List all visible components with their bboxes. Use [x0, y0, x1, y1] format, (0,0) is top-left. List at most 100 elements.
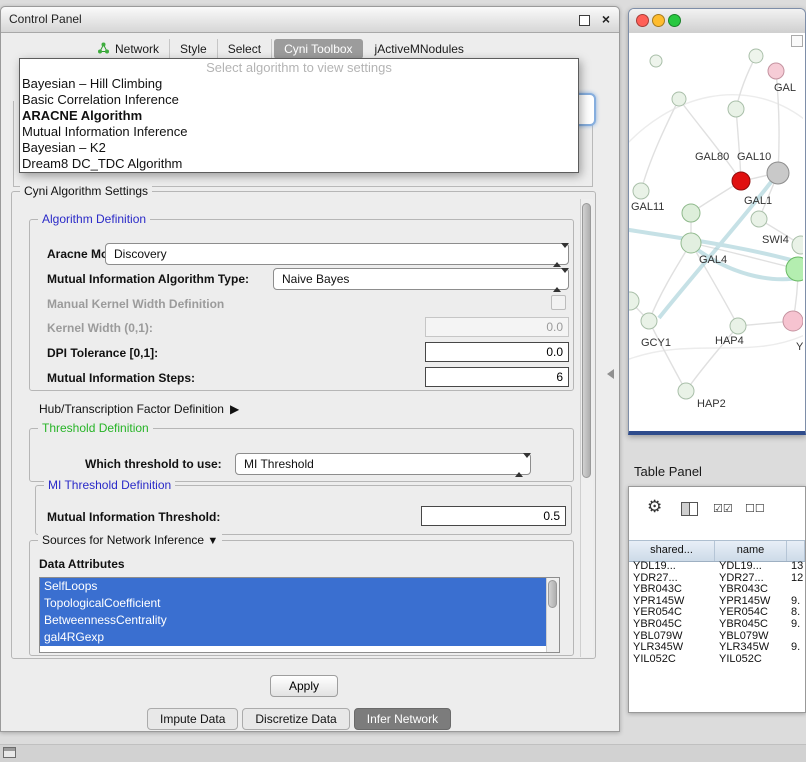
network-node[interactable]	[650, 55, 662, 67]
node-label[interactable]: SWI4	[762, 234, 789, 246]
node-label[interactable]: GAL4	[699, 254, 727, 266]
dropdown-option[interactable]: Bayesian – Hill Climbing	[20, 76, 578, 92]
column-header-shared-name[interactable]: shared...	[629, 541, 715, 561]
column-header-partial[interactable]	[787, 541, 805, 561]
tab-cyni-toolbox[interactable]: Cyni Toolbox	[274, 39, 362, 59]
column-header-name[interactable]: name	[715, 541, 787, 561]
mi-threshold-input[interactable]	[421, 506, 566, 526]
table-row[interactable]: YBR045C YBR045C 9.	[629, 619, 805, 631]
node-label[interactable]: Y	[796, 341, 803, 353]
network-node-pink-top[interactable]	[768, 63, 784, 79]
table-row[interactable]: YER054C YER054C 8.	[629, 607, 805, 619]
settings-scrollbar[interactable]	[580, 199, 593, 657]
mi-algorithm-type-combobox[interactable]: Naive Bayes	[273, 268, 569, 290]
dropdown-option[interactable]: Mutual Information Inference	[20, 124, 578, 140]
table-row[interactable]: YLR345W YLR345W 9.	[629, 642, 805, 654]
check-all-icon[interactable]: ☑☑	[713, 502, 733, 515]
network-node[interactable]	[751, 211, 767, 227]
tab-select[interactable]: Select	[218, 39, 272, 59]
network-node[interactable]	[749, 49, 763, 63]
dropdown-option[interactable]: Dream8 DC_TDC Algorithm	[20, 156, 578, 172]
node-label[interactable]: GAL80	[695, 151, 729, 163]
network-node[interactable]	[682, 204, 700, 222]
dropdown-option[interactable]: Basic Correlation Inference	[20, 92, 578, 108]
combobox-arrows-icon	[553, 273, 562, 287]
list-item-selected[interactable]: gal4RGexp	[40, 629, 546, 646]
control-panel-titlebar[interactable]: Control Panel ×	[1, 7, 619, 33]
tab-label: Select	[228, 42, 261, 56]
node-label[interactable]: GAL10	[737, 151, 771, 163]
aracne-mode-combobox[interactable]: Discovery	[105, 243, 569, 265]
data-attributes-listbox[interactable]: SelfLoops TopologicalCoefficient Between…	[39, 577, 560, 653]
network-node[interactable]	[678, 383, 694, 399]
list-scrollbar[interactable]	[546, 578, 559, 652]
table-cell	[787, 584, 805, 596]
apply-button[interactable]: Apply	[270, 675, 338, 697]
minimized-panel-icon[interactable]	[3, 747, 16, 758]
list-item-selected[interactable]: SelfLoops	[40, 578, 546, 595]
tab-style[interactable]: Style	[170, 39, 218, 59]
collapse-arrow-icon[interactable]: ▼	[207, 535, 218, 547]
dpi-tolerance-input[interactable]	[425, 342, 569, 362]
network-node-pink-right[interactable]	[783, 311, 803, 331]
data-attributes-label: Data Attributes	[39, 557, 125, 571]
table-row[interactable]: YDL19... YDL19... 13	[629, 561, 805, 573]
network-canvas[interactable]: GAL GAL80 GAL10 GAL11 GAL1 SWI4 GAL4 GCY…	[629, 33, 805, 431]
tab-impute-data[interactable]: Impute Data	[147, 708, 238, 730]
table-row[interactable]: YBR043C YBR043C	[629, 584, 805, 596]
mi-steps-input[interactable]	[425, 367, 569, 387]
node-label[interactable]: HAP2	[697, 398, 726, 410]
table-cell	[787, 631, 805, 643]
algorithm-dropdown-popup: Select algorithm to view settings Bayesi…	[19, 58, 579, 173]
which-threshold-combobox[interactable]: MI Threshold	[235, 453, 531, 475]
tab-network[interactable]: Network	[87, 39, 170, 60]
network-node[interactable]	[730, 318, 746, 334]
uncheck-all-icon[interactable]: ☐☐	[745, 502, 765, 515]
table-row[interactable]: YDR27... YDR27... 12	[629, 573, 805, 585]
network-node[interactable]	[641, 313, 657, 329]
combobox-value: Naive Bayes	[282, 272, 349, 286]
which-threshold-label: Which threshold to use:	[85, 457, 222, 471]
gear-icon[interactable]: ⚙	[647, 497, 662, 517]
close-icon[interactable]: ×	[602, 11, 610, 27]
network-node[interactable]	[633, 183, 649, 199]
table-row[interactable]: YBL079W YBL079W	[629, 631, 805, 643]
node-label[interactable]: GAL1	[744, 195, 772, 207]
zoom-button[interactable]	[668, 14, 681, 27]
network-node[interactable]	[629, 292, 639, 310]
tab-label: Network	[115, 42, 159, 56]
list-item-selected[interactable]: TopologicalCoefficient	[40, 595, 546, 612]
tab-jactivemnodules[interactable]: jActiveMNodules	[365, 39, 474, 59]
node-label[interactable]: GAL11	[631, 201, 664, 213]
manual-kernel-width-label: Manual Kernel Width Definition	[47, 297, 224, 311]
dropdown-option[interactable]: Bayesian – K2	[20, 140, 578, 156]
network-node[interactable]	[672, 92, 686, 106]
birdseye-toggle[interactable]	[791, 35, 803, 47]
node-label[interactable]: GAL	[774, 82, 796, 94]
panel-splitter-handle[interactable]	[607, 369, 614, 379]
tab-discretize-data[interactable]: Discretize Data	[242, 708, 349, 730]
table-row[interactable]: YIL052C YIL052C	[629, 654, 805, 665]
network-node[interactable]	[681, 233, 701, 253]
float-panel-icon[interactable]	[579, 15, 590, 26]
table-cell: 9.	[787, 642, 805, 654]
expand-arrow-icon[interactable]: ▶	[230, 402, 239, 416]
minimize-button[interactable]	[652, 14, 665, 27]
hub-definition-expander[interactable]: Hub/Transcription Factor Definition ▶	[39, 402, 239, 416]
node-label[interactable]: HAP4	[715, 335, 744, 347]
tab-infer-network[interactable]: Infer Network	[354, 708, 451, 730]
table-row[interactable]: YPR145W YPR145W 9.	[629, 596, 805, 608]
network-node-hub-gray[interactable]	[767, 162, 789, 184]
list-item-selected[interactable]: BetweennessCentrality	[40, 612, 546, 629]
close-button[interactable]	[636, 14, 649, 27]
dropdown-option-highlighted[interactable]: ARACNE Algorithm	[20, 108, 578, 124]
node-label[interactable]: GCY1	[641, 337, 671, 349]
list-scrollbar-thumb[interactable]	[548, 580, 557, 608]
network-node[interactable]	[728, 101, 744, 117]
network-node-selected-red[interactable]	[732, 172, 750, 190]
network-node[interactable]	[792, 236, 803, 254]
table-cell: 8.	[787, 607, 805, 619]
network-window-titlebar[interactable]	[629, 9, 805, 34]
settings-scrollbar-thumb[interactable]	[582, 203, 591, 478]
columns-icon[interactable]	[681, 502, 698, 516]
